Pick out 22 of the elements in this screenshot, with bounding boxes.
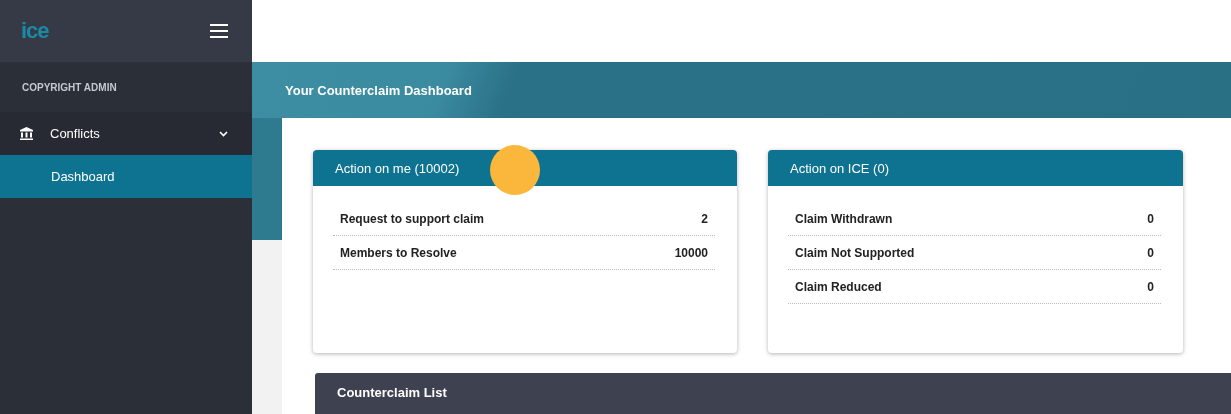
card-title: Action on me (10002) (335, 160, 460, 176)
row-count: 0 (1147, 279, 1154, 294)
row-count: 2 (701, 211, 708, 226)
card-title: Action on ICE (0) (790, 160, 889, 176)
row-count: 10000 (674, 245, 708, 260)
page-title: Your Counterclaim Dashboard (285, 82, 472, 98)
row-label: Members to Resolve (340, 245, 457, 260)
logo: ice (21, 18, 49, 44)
sidebar-item[interactable]: Dashboard (0, 155, 252, 198)
section-label: COPYRIGHT ADMIN (21, 80, 118, 95)
row-count: 0 (1147, 245, 1154, 260)
sidebar-item[interactable]: Conflicts (0, 112, 252, 155)
row-label: Request to support claim (340, 211, 485, 226)
row-label: Claim Reduced (795, 279, 882, 294)
chevron-icon (219, 130, 228, 137)
menu-icon[interactable] (210, 24, 228, 38)
row-label: Claim Withdrawn (795, 211, 893, 226)
list-title: Counterclaim List (337, 385, 447, 400)
row-count: 0 (1147, 211, 1154, 226)
bank-icon (20, 127, 33, 140)
item-label: Conflicts (50, 126, 101, 141)
row-label: Claim Not Supported (795, 245, 915, 260)
